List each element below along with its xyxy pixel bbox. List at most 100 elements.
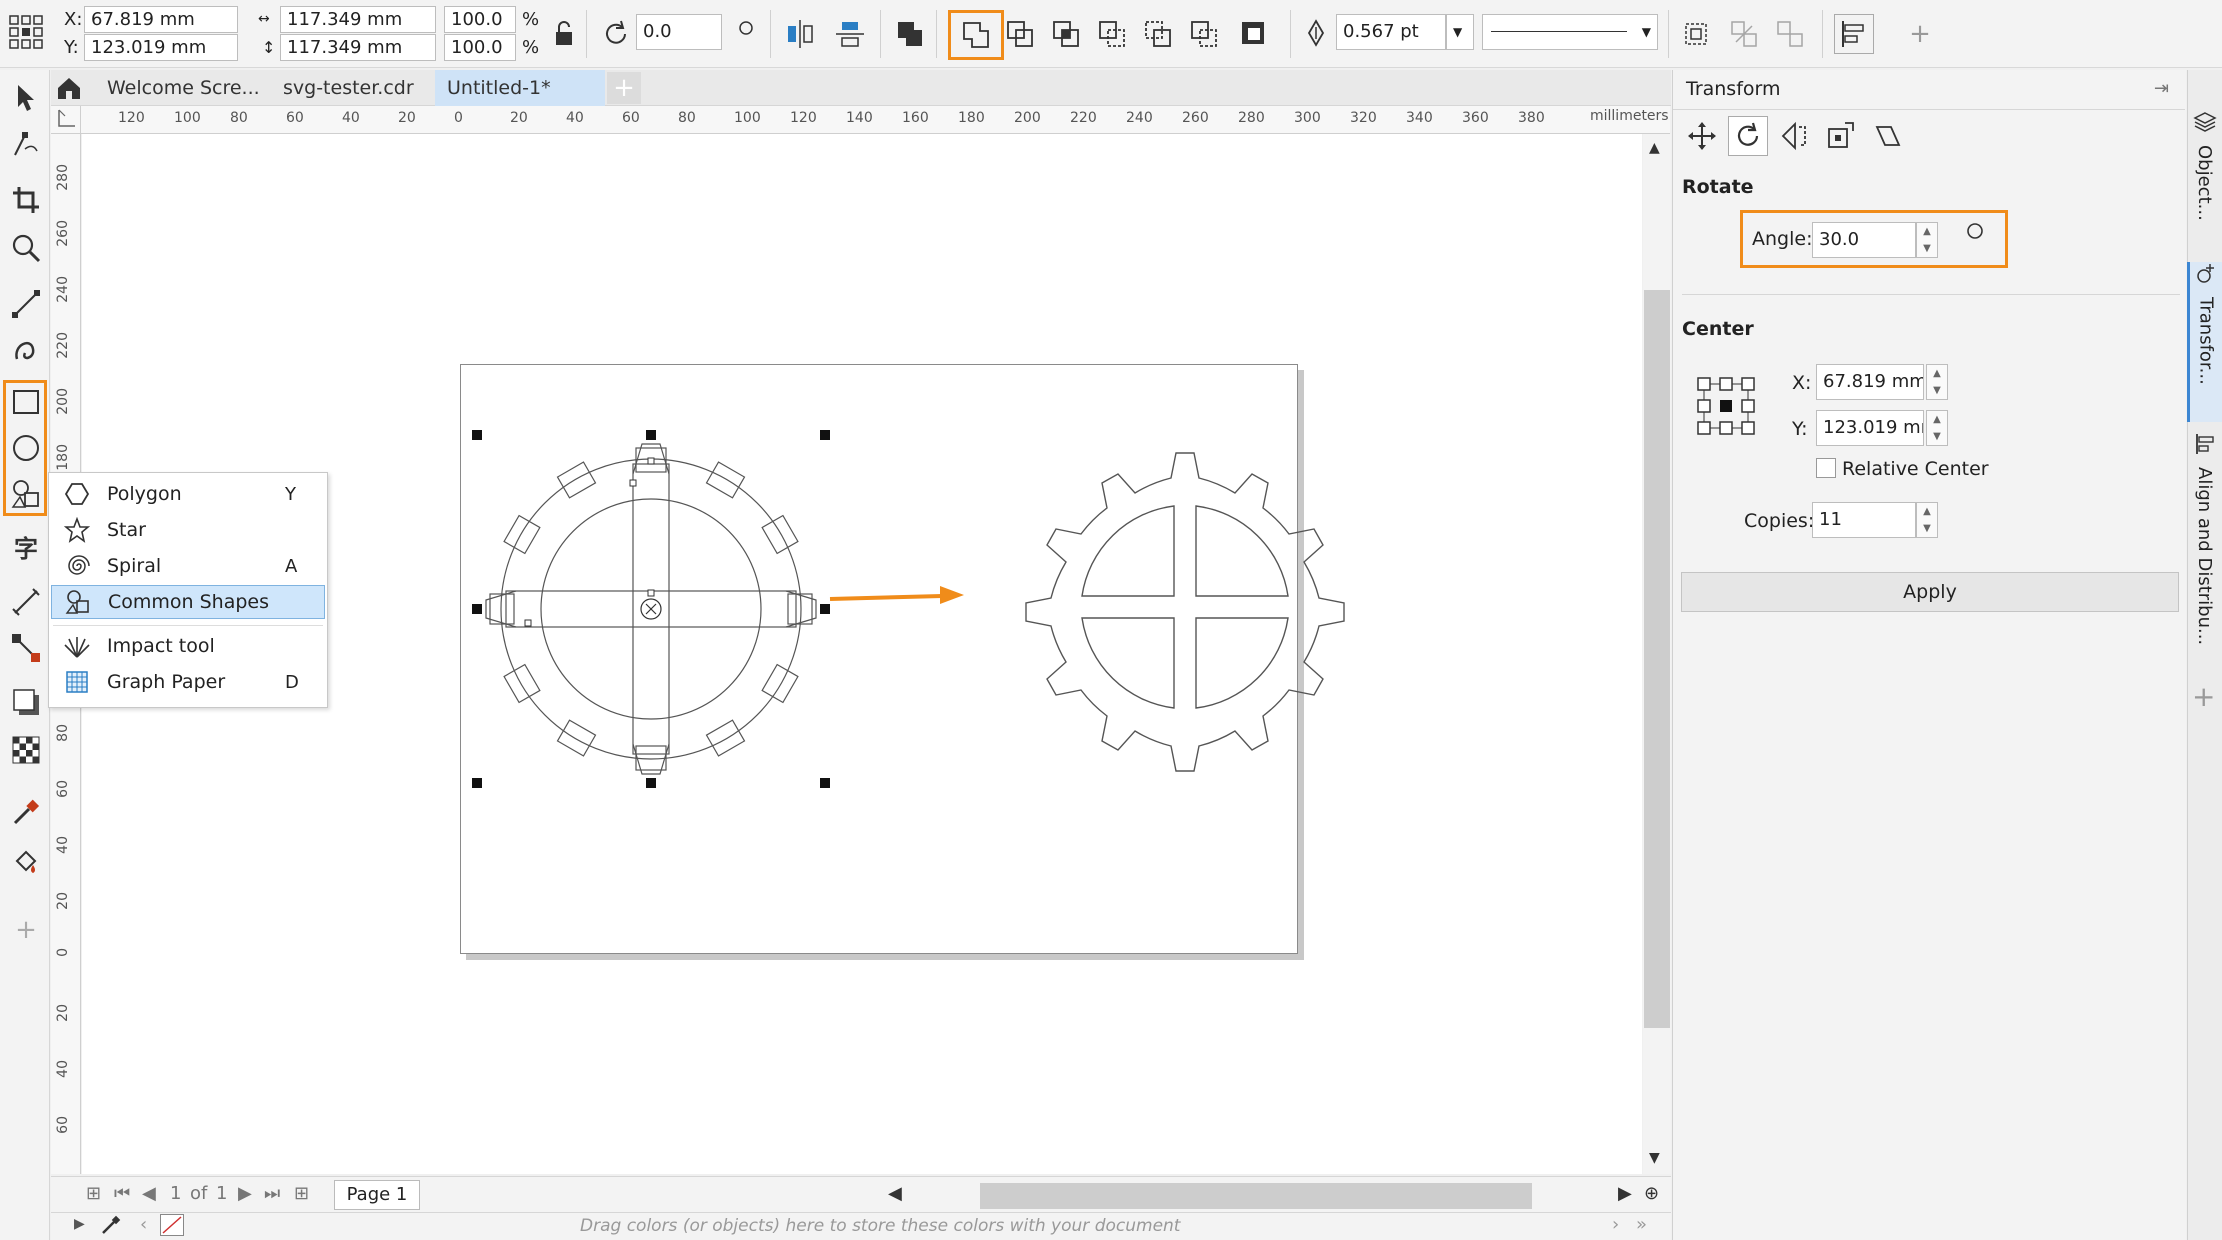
- spiral-icon: [59, 553, 95, 579]
- position-mode-icon[interactable]: [1682, 116, 1722, 156]
- prev-page-icon[interactable]: ◀: [142, 1183, 156, 1204]
- center-y-input[interactable]: 123.019 mm: [1816, 410, 1924, 446]
- scale-mirror-mode-icon[interactable]: [1774, 116, 1814, 156]
- ruler-corner-icon[interactable]: [51, 106, 81, 134]
- scale-height-percent: %: [522, 37, 540, 58]
- text-tool-icon[interactable]: 字: [6, 528, 46, 568]
- scale-height-input[interactable]: 100.0: [444, 34, 516, 61]
- tab-welcome-screen[interactable]: Welcome Scre...: [95, 70, 272, 106]
- align-distribute-icon[interactable]: [1834, 14, 1874, 54]
- menu-item-impact-tool[interactable]: Impact tool: [51, 629, 325, 663]
- combine-icon[interactable]: [890, 14, 930, 54]
- palette-next-icon[interactable]: ›: [1612, 1214, 1619, 1235]
- menu-item-polygon[interactable]: Polygon Y: [51, 477, 325, 511]
- scroll-down-icon[interactable]: ▼: [1649, 1150, 1660, 1166]
- new-tab-icon[interactable]: +: [607, 72, 641, 104]
- tab-objects[interactable]: Object...: [2187, 110, 2222, 250]
- connector-tool-icon[interactable]: [6, 628, 46, 668]
- add-docker-icon[interactable]: +: [2192, 680, 2215, 713]
- rotate-mode-icon[interactable]: [1728, 116, 1768, 156]
- dimension-tool-icon[interactable]: [6, 582, 46, 622]
- outline-width-dropdown[interactable]: ▼: [1446, 14, 1474, 50]
- create-boundary-icon[interactable]: [1234, 14, 1274, 54]
- rotation-angle-input[interactable]: 0.0: [636, 14, 722, 50]
- first-page-icon[interactable]: ⏮: [114, 1183, 130, 1204]
- zoom-tool-icon[interactable]: [6, 228, 46, 268]
- add-tool-icon[interactable]: +: [6, 910, 46, 950]
- back-minus-front-icon[interactable]: [1184, 14, 1224, 54]
- mirror-horizontal-icon[interactable]: [780, 14, 820, 54]
- shape-tool-icon[interactable]: [6, 124, 46, 164]
- artistic-media-icon[interactable]: [6, 330, 46, 370]
- width-input[interactable]: 117.349 mm: [280, 6, 436, 33]
- ellipse-tool-icon[interactable]: [6, 428, 46, 468]
- zoom-fit-icon[interactable]: ⊕: [1644, 1183, 1659, 1204]
- no-color-swatch[interactable]: [160, 1214, 184, 1236]
- copies-input[interactable]: 11: [1812, 502, 1916, 538]
- palette-prev-icon[interactable]: ‹: [140, 1214, 147, 1235]
- menu-item-star[interactable]: Star: [51, 513, 325, 547]
- mirror-vertical-icon[interactable]: [830, 14, 870, 54]
- menu-item-graph-paper[interactable]: Graph Paper D: [51, 665, 325, 699]
- reference-point-icon[interactable]: [6, 12, 46, 52]
- simplify-icon[interactable]: [1092, 14, 1132, 54]
- center-x-input[interactable]: 67.819 mm: [1816, 364, 1924, 400]
- home-icon[interactable]: [55, 74, 83, 102]
- height-input[interactable]: 117.349 mm: [280, 34, 436, 61]
- scroll-right-icon[interactable]: ▶: [1618, 1183, 1632, 1204]
- center-y-spinner[interactable]: ▲ ▼: [1926, 410, 1948, 446]
- scroll-left-icon[interactable]: ◀: [888, 1183, 902, 1204]
- add-toolbar-icon[interactable]: +: [1900, 14, 1940, 54]
- angle-input[interactable]: 30.0: [1812, 222, 1916, 258]
- add-page-before-icon[interactable]: ⊞: [86, 1183, 101, 1204]
- rectangle-tool-icon[interactable]: [6, 382, 46, 422]
- menu-item-spiral[interactable]: Spiral A: [51, 549, 325, 583]
- last-page-icon[interactable]: ⏭: [264, 1183, 280, 1204]
- horizontal-scroll-thumb[interactable]: [980, 1183, 1532, 1209]
- angle-spinner[interactable]: ▲ ▼: [1916, 222, 1938, 258]
- ungroup-icon[interactable]: [1770, 14, 1810, 54]
- palette-eyedropper-icon[interactable]: [100, 1214, 122, 1240]
- docker-collapse-icon[interactable]: ⇥: [2154, 78, 2169, 99]
- menu-item-common-shapes[interactable]: Common Shapes: [51, 585, 325, 619]
- eyedropper-tool-icon[interactable]: [6, 792, 46, 832]
- weld-icon[interactable]: [948, 10, 1004, 60]
- freehand-tool-icon[interactable]: [6, 284, 46, 324]
- intersect-icon[interactable]: [1046, 14, 1086, 54]
- relative-center-checkbox[interactable]: [1816, 458, 1836, 478]
- tab-untitled-1[interactable]: Untitled-1*: [435, 70, 605, 106]
- tab-align-distribute[interactable]: Align and Distribu...: [2187, 432, 2222, 682]
- break-apart-icon[interactable]: [1724, 14, 1764, 54]
- common-shapes-tool-icon[interactable]: [6, 474, 46, 514]
- scale-width-percent: %: [522, 9, 540, 30]
- size-mode-icon[interactable]: [1820, 116, 1860, 156]
- palette-expand-icon[interactable]: ▶: [74, 1216, 85, 1232]
- add-page-after-icon[interactable]: ⊞: [294, 1183, 309, 1204]
- drop-shadow-tool-icon[interactable]: [6, 682, 46, 722]
- front-minus-back-icon[interactable]: [1138, 14, 1178, 54]
- y-position-input[interactable]: 123.019 mm: [84, 34, 238, 61]
- crop-tool-icon[interactable]: [6, 180, 46, 220]
- lock-ratio-icon[interactable]: [544, 14, 584, 54]
- palette-more-icon[interactable]: »: [1636, 1214, 1647, 1235]
- center-anchor-grid-icon[interactable]: [1696, 376, 1756, 441]
- line-style-dropdown[interactable]: ▼: [1482, 14, 1658, 50]
- transparency-tool-icon[interactable]: [6, 730, 46, 770]
- scroll-up-icon[interactable]: ▲: [1649, 140, 1660, 156]
- interactive-fill-tool-icon[interactable]: [6, 842, 46, 882]
- outline-width-input[interactable]: 0.567 pt: [1336, 14, 1446, 50]
- copies-spinner[interactable]: ▲ ▼: [1916, 502, 1938, 538]
- tab-svg-tester[interactable]: svg-tester.cdr: [271, 70, 426, 106]
- center-x-spinner[interactable]: ▲ ▼: [1926, 364, 1948, 400]
- next-page-icon[interactable]: ▶: [238, 1183, 252, 1204]
- scale-width-input[interactable]: 100.0: [444, 6, 516, 33]
- page-tab[interactable]: Page 1: [334, 1180, 420, 1210]
- trim-icon[interactable]: [1000, 14, 1040, 54]
- apply-button[interactable]: Apply: [1681, 572, 2179, 612]
- skew-mode-icon[interactable]: [1868, 116, 1908, 156]
- create-outline-icon[interactable]: [1676, 14, 1716, 54]
- pick-tool-icon[interactable]: [6, 78, 46, 118]
- vertical-scroll-thumb[interactable]: [1644, 290, 1670, 1028]
- tab-transform[interactable]: Transfor...: [2187, 262, 2222, 422]
- x-position-input[interactable]: 67.819 mm: [84, 6, 238, 33]
